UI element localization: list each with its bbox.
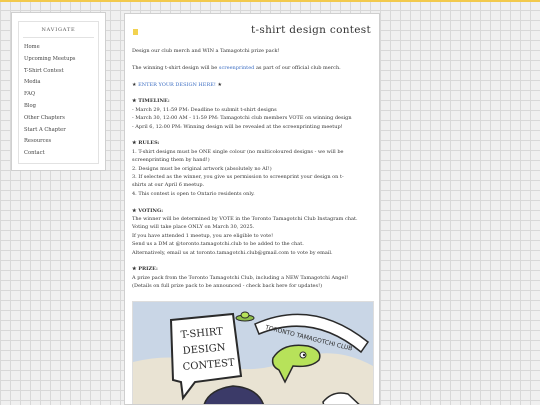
voting-heading: ★ VOTING: (132, 207, 164, 214)
rule-line: 2. Designs must be original artwork (abs… (132, 165, 272, 172)
nav-item-tshirt-contest[interactable]: T-Shirt Contest (24, 66, 98, 78)
voting-line: Voting will take place ONLY on March 30,… (132, 224, 255, 231)
screenprinted-link[interactable]: screenprinted (219, 65, 254, 71)
nav-item-faq[interactable]: FAQ (24, 89, 98, 101)
nav-item-home[interactable]: Home (24, 42, 98, 54)
nav-item-contact[interactable]: Contact (24, 148, 98, 160)
star-icon: ★ (217, 81, 222, 88)
nav-item-media[interactable]: Media (24, 77, 98, 89)
nav-list: Home Upcoming Meetups T-Shirt Contest Me… (19, 38, 98, 160)
prize-heading: ★ PRIZE: (132, 266, 158, 273)
voting-line: Send us a DM at @toronto.tamagotchi.club… (132, 241, 304, 248)
title-bar: t-shirt design contest (131, 24, 373, 38)
rule-line: 1. T-shirt designs must be ONE single co… (132, 148, 344, 155)
sidebar: NAVIGATE Home Upcoming Meetups T-Shirt C… (11, 12, 106, 171)
poster-illustration: T-SHIRT DESIGN CONTEST TORONTO TAMAGOTCH… (133, 302, 373, 404)
nav-item-other-chapters[interactable]: Other Chapters (24, 113, 98, 125)
timeline-item: - March 29, 11:59 PM: Deadline to submit… (132, 106, 277, 113)
voting-line: The winner will be determined by VOTE in… (132, 216, 358, 223)
star-icon: ★ (132, 81, 137, 88)
nav-item-start-a-chapter[interactable]: Start A Chapter (24, 125, 98, 137)
enter-design-line: ★ ENTER YOUR DESIGN HERE! ★ (132, 81, 373, 89)
intro-text: Design our club merch and WIN a Tamagotc… (132, 48, 280, 54)
enter-design-link[interactable]: ENTER YOUR DESIGN HERE! (138, 82, 216, 88)
sidebar-panel: NAVIGATE Home Upcoming Meetups T-Shirt C… (18, 21, 99, 164)
winner-text: The winning t-shirt design will be scree… (132, 64, 373, 72)
timeline-item: - April 6, 12:00 PM: Winning design will… (132, 123, 343, 130)
rules-heading: ★ RULES: (132, 140, 160, 147)
nav-item-blog[interactable]: Blog (24, 101, 98, 113)
page-title: t-shirt design contest (251, 24, 371, 36)
timeline-heading: ★ TIMELINE: (132, 98, 170, 105)
prize-line: (Details on full prize pack to be announ… (132, 283, 323, 290)
rule-line: 3. If selected as the winner, you give u… (132, 174, 344, 181)
rule-line: shirts at our April 6 meetup. (132, 182, 205, 189)
rule-line: 4. This contest is open to Ontario resid… (132, 190, 255, 197)
rule-line: screenprinting them by hand!) (132, 157, 210, 164)
nav-heading: NAVIGATE (23, 22, 94, 38)
contest-body: Design our club merch and WIN a Tamagotc… (132, 47, 373, 291)
winner-prefix: The winning t-shirt design will be (132, 64, 218, 71)
winner-suffix: as part of our official club merch. (255, 64, 341, 71)
ufo-dome-icon (240, 311, 250, 319)
nav-item-upcoming-meetups[interactable]: Upcoming Meetups (24, 54, 98, 66)
prize-line: A prize pack from the Toronto Tamagotchi… (132, 274, 349, 281)
title-marker-square (133, 29, 138, 35)
main-content: t-shirt design contest Design our club m… (124, 13, 380, 405)
voting-line: If you have attended 1 meetup, you are e… (132, 232, 274, 239)
nav-item-resources[interactable]: Resources (24, 136, 98, 148)
timeline-item: - March 30, 12:00 AM - 11:59 PM: Tamagot… (132, 115, 352, 122)
top-accent-bar (0, 0, 540, 2)
voting-line: Alternatively, email us at toronto.tamag… (132, 249, 333, 256)
contest-poster-image: T-SHIRT DESIGN CONTEST TORONTO TAMAGOTCH… (132, 301, 374, 404)
